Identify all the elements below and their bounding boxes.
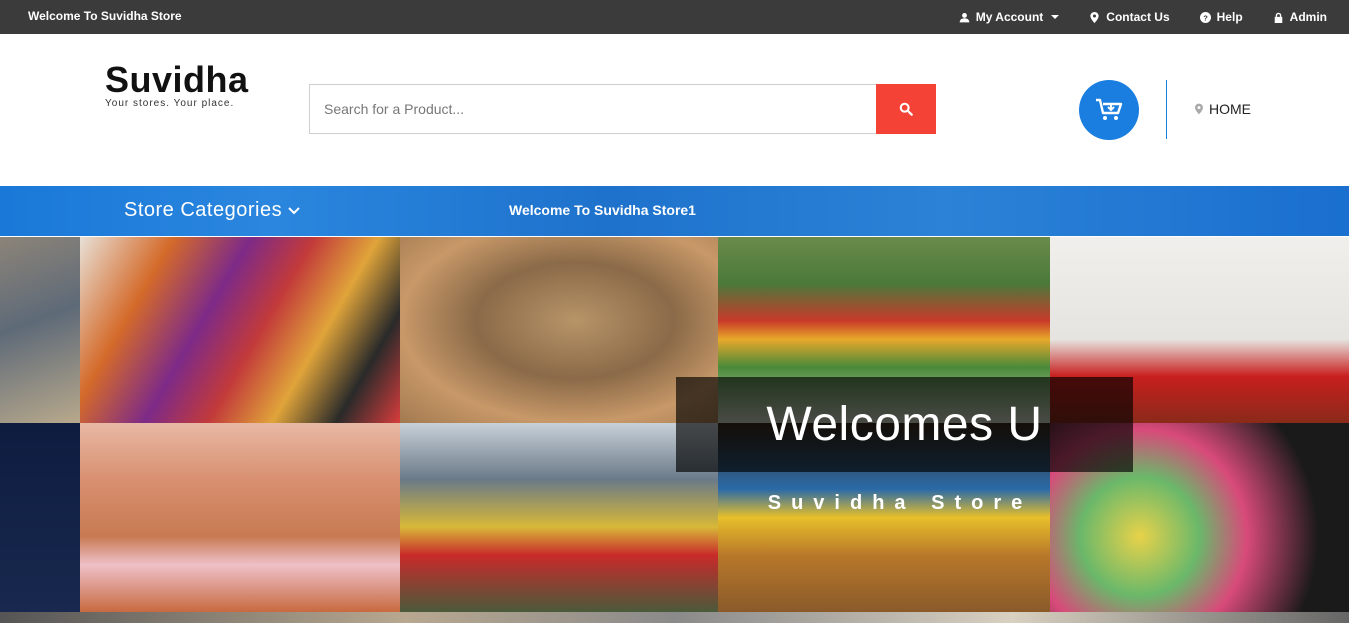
category-nav-bar: Store Categories Welcome To Suvidha Stor… xyxy=(0,186,1349,236)
user-icon xyxy=(959,12,970,22)
home-label: HOME xyxy=(1209,101,1251,117)
store-categories-dropdown[interactable]: Store Categories xyxy=(124,199,300,222)
cart-icon xyxy=(1096,98,1123,120)
admin-label: Admin xyxy=(1289,10,1327,24)
hero-headline: Welcomes U xyxy=(766,398,1043,451)
site-logo[interactable]: Suvidha Your stores. Your place. xyxy=(105,59,249,110)
top-welcome-text: Welcome To Suvidha Store xyxy=(28,9,182,23)
help-link[interactable]: ? Help xyxy=(1199,10,1243,24)
baby-crib-image xyxy=(80,423,400,612)
question-circle-icon: ? xyxy=(1199,11,1211,23)
jewelry-image xyxy=(0,423,80,612)
nav-welcome-message: Welcome To Suvidha Store1 xyxy=(509,202,696,218)
map-marker-icon xyxy=(1090,11,1099,23)
my-account-link[interactable]: My Account xyxy=(959,10,1060,24)
supermarket-aisle-image xyxy=(400,423,718,612)
search-icon xyxy=(899,102,913,116)
svg-text:?: ? xyxy=(1203,13,1208,22)
cart-button[interactable] xyxy=(1079,80,1139,140)
search-bar xyxy=(309,84,936,134)
caret-down-icon xyxy=(1051,15,1060,19)
logo-tagline: Your stores. Your place. xyxy=(105,98,235,109)
gallery-row-3 xyxy=(0,612,1349,623)
hat-sunglasses-image xyxy=(400,237,718,423)
top-bar: Welcome To Suvidha Store My Account Cont… xyxy=(0,0,1349,34)
search-button[interactable] xyxy=(876,84,936,134)
my-account-label: My Account xyxy=(975,10,1044,24)
help-label: Help xyxy=(1216,10,1243,24)
header-divider xyxy=(1166,80,1167,139)
lock-icon xyxy=(1274,12,1282,23)
logo-name: Suvidha xyxy=(105,59,249,100)
hero-subheadline: Suvidha Store xyxy=(767,492,1033,514)
search-input[interactable] xyxy=(309,84,876,134)
top-nav: My Account Contact Us ? Help Admin xyxy=(959,0,1327,34)
home-link[interactable]: HOME xyxy=(1195,101,1251,117)
decor-shop-image xyxy=(0,237,80,423)
chevron-down-icon xyxy=(288,206,300,214)
store-categories-label: Store Categories xyxy=(124,199,283,221)
contact-us-label: Contact Us xyxy=(1106,10,1170,24)
contact-us-link[interactable]: Contact Us xyxy=(1089,10,1170,24)
handbags-image xyxy=(80,237,400,423)
hero-banner: Welcomes U Suvidha Store xyxy=(0,237,1349,623)
map-marker-icon xyxy=(1195,103,1203,115)
admin-link[interactable]: Admin xyxy=(1273,10,1327,24)
